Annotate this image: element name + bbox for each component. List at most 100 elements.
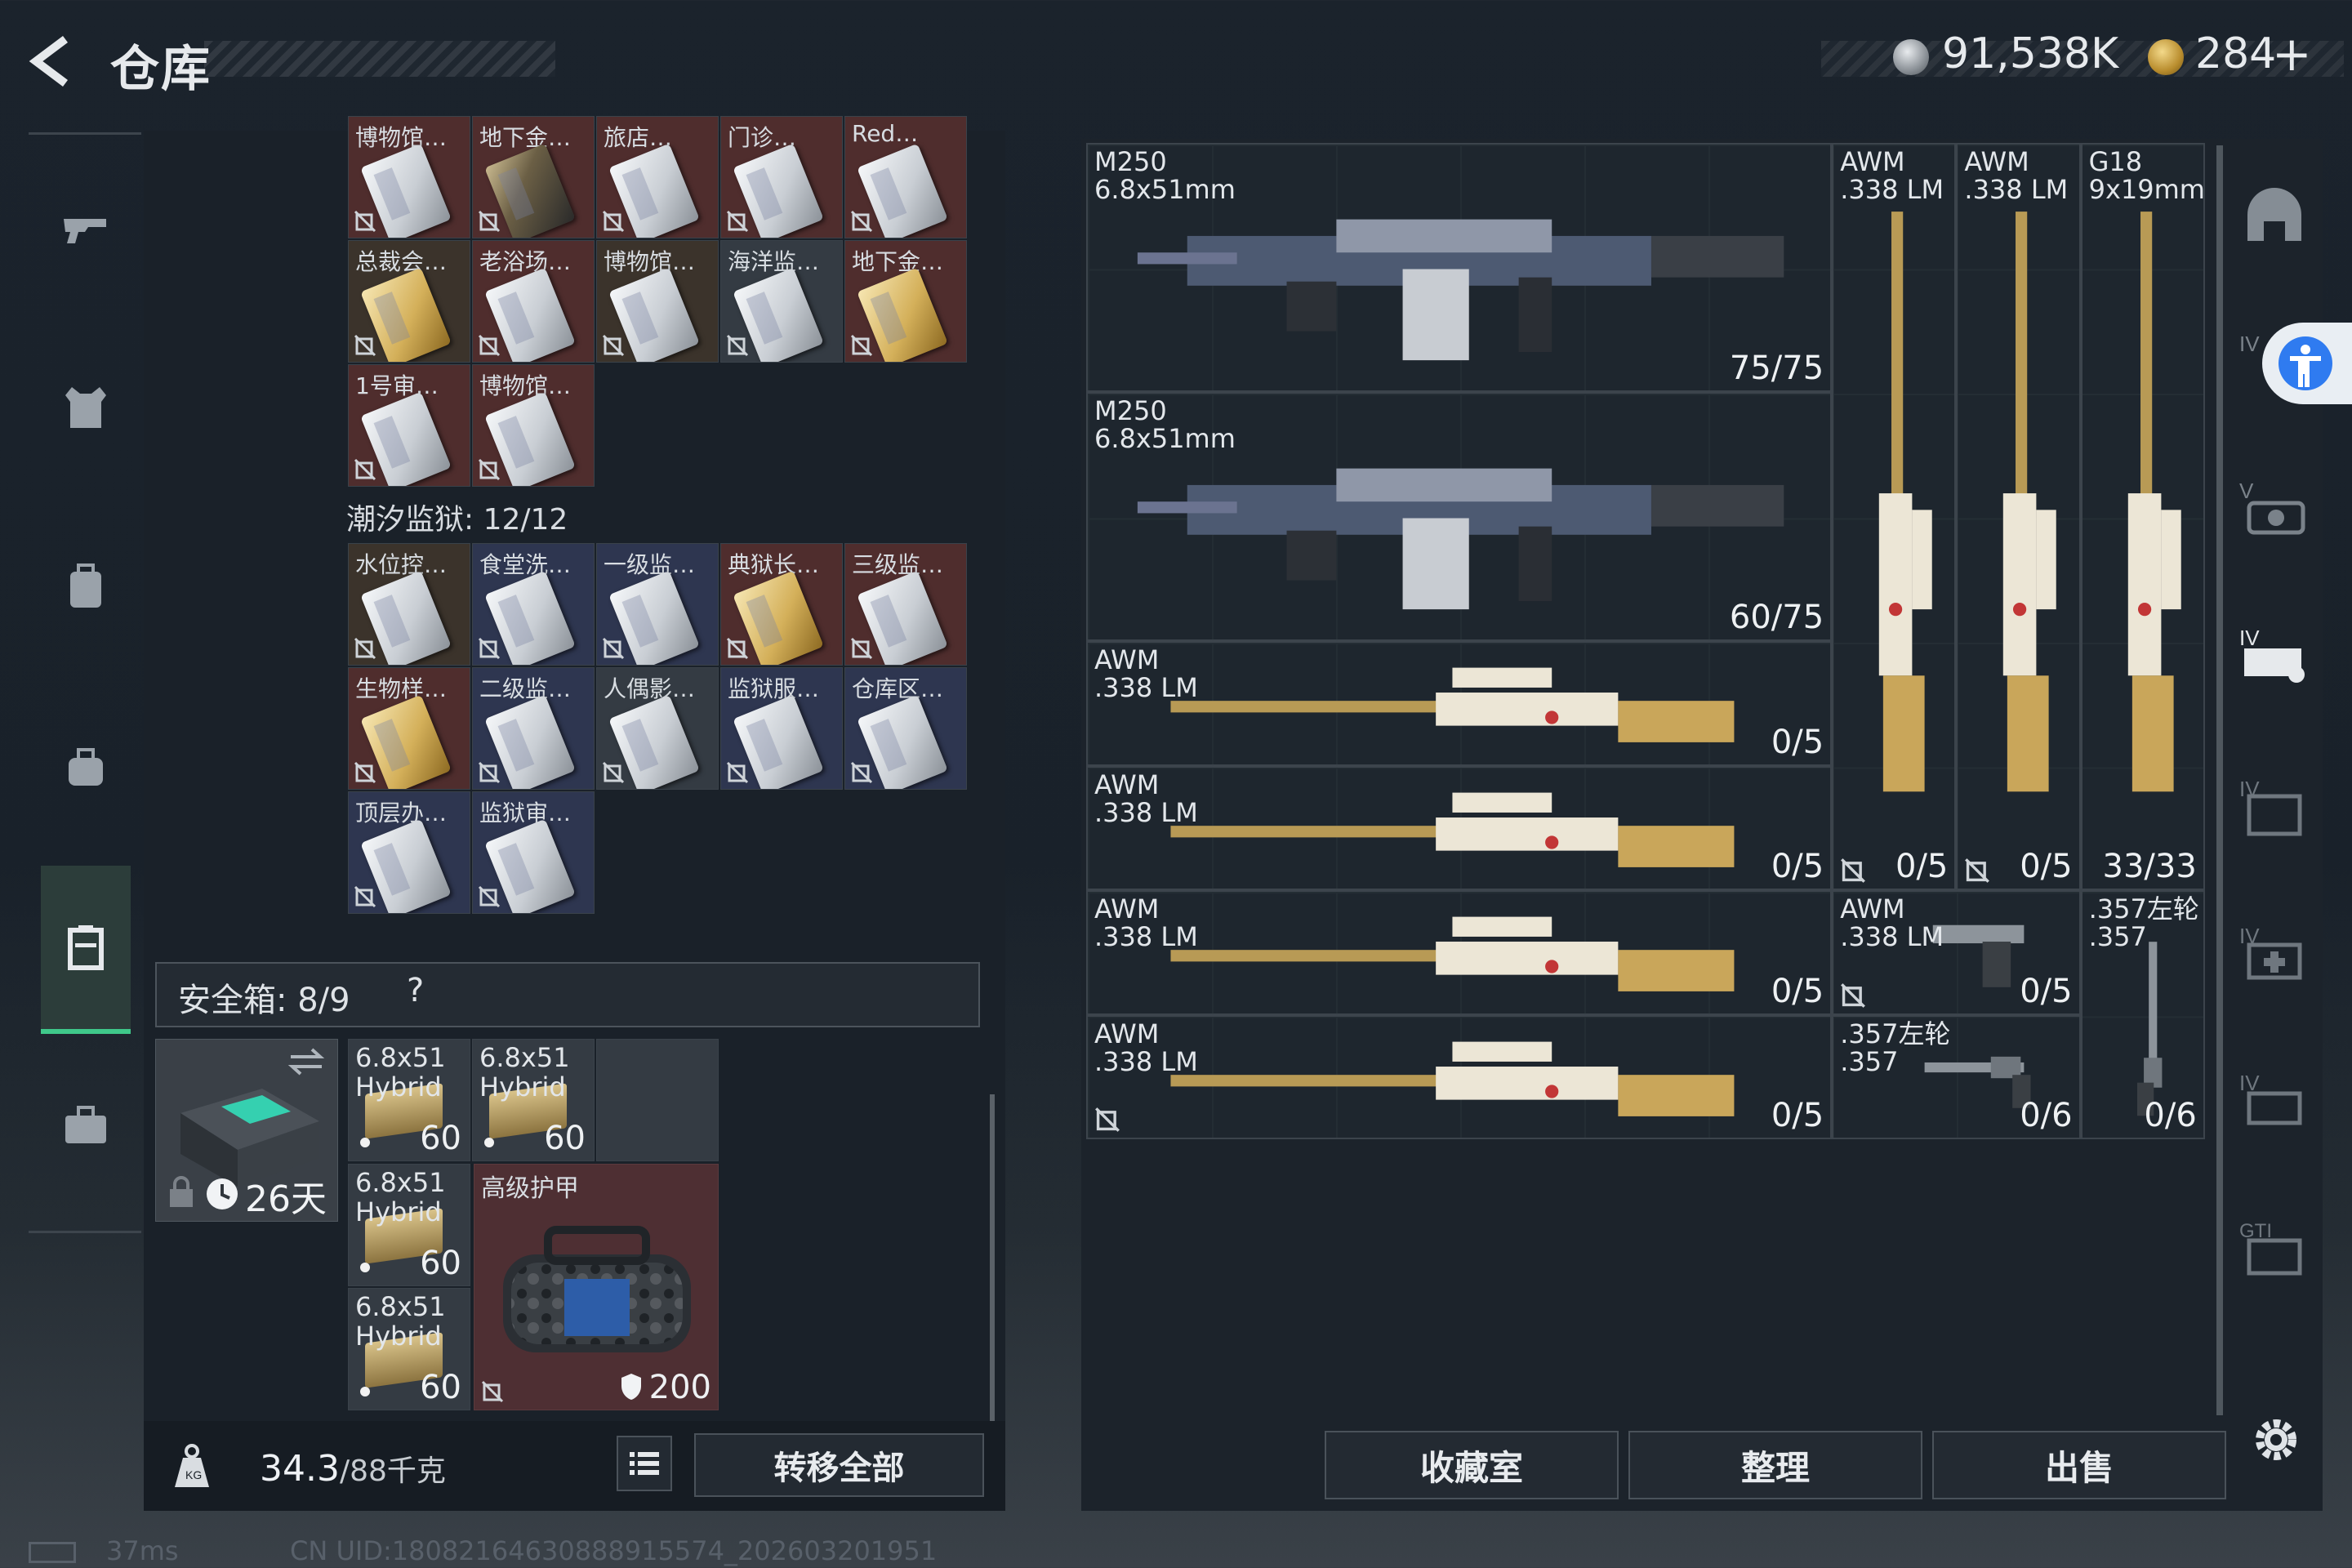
ammo-item[interactable]: 6.8x51 Hybrid 60 [472, 1039, 595, 1161]
swap-icon[interactable] [287, 1045, 325, 1078]
key-card-item[interactable]: 生物样… [348, 667, 470, 790]
gti-item-icon[interactable]: GTI [2238, 1213, 2311, 1286]
weapon-name: AWM .338 LM [1094, 644, 1198, 703]
bound-icon [478, 210, 501, 233]
gear-icon[interactable] [2247, 1411, 2305, 1468]
key-card-item[interactable]: 三级监… [844, 543, 967, 666]
weapon-item[interactable]: AWM .338 LM 0/5 [1956, 143, 2081, 890]
key-card-item[interactable]: 博物馆… [596, 240, 719, 363]
sell-button[interactable]: 出售 [1932, 1431, 2226, 1499]
list-view-button[interactable] [617, 1436, 672, 1491]
weapon-item[interactable]: AWM .338 LM 0/5 [1086, 641, 1833, 766]
key-card-item[interactable]: 典狱长… [720, 543, 843, 666]
title-stripe [204, 41, 555, 77]
ammo-indicator [360, 1387, 370, 1396]
nav-safe-case[interactable] [41, 866, 131, 1034]
weapon-item[interactable]: AWM .338 LM 0/5 [1086, 890, 1833, 1015]
key-card-item[interactable]: 顶层办… [348, 791, 470, 914]
weapon-item[interactable]: AWM .338 LM 0/5 [1832, 143, 1957, 890]
help-icon[interactable]: ? [407, 972, 424, 1009]
key-card-item[interactable]: 人偶影… [596, 667, 719, 790]
key-card-label: 顶层办… [355, 800, 448, 826]
bound-icon [478, 761, 501, 784]
weapon-scrollbar[interactable] [2216, 145, 2223, 1415]
bound-icon [478, 885, 501, 908]
empty-slot[interactable] [596, 1039, 719, 1161]
nav-armor[interactable] [41, 363, 131, 452]
weapon-ammo-count: 33/33 [2102, 848, 2197, 885]
key-card-label: 海洋监… [728, 248, 820, 275]
weapon-item[interactable]: M250 6.8x51mm 60/75 [1086, 392, 1833, 641]
key-card-item[interactable]: 总裁会… [348, 240, 470, 363]
ammo-count: 60 [420, 1245, 461, 1282]
key-card-item[interactable]: 水位控… [348, 543, 470, 666]
key-card-label: 仓库区… [852, 675, 944, 702]
bound-icon [726, 637, 749, 660]
weapon-item[interactable]: M250 6.8x51mm 75/75 [1086, 143, 1833, 392]
key-card-item[interactable]: 门诊… [720, 116, 843, 238]
weapon-item[interactable]: AWM .338 LM 0/5 [1086, 1014, 1833, 1139]
key-card-item[interactable]: 一级监… [596, 543, 719, 666]
bound-icon [1094, 1107, 1120, 1133]
ammo-item[interactable]: 6.8x51 Hybrid 60 [348, 1039, 470, 1161]
safe-box-timer: 26天 [245, 1178, 327, 1220]
bound-icon [1840, 982, 1866, 1009]
weapon-item[interactable]: .357左轮 .357 0/6 [1832, 1014, 2081, 1139]
weapon-item[interactable]: AWM .338 LM 0/5 [1086, 765, 1833, 890]
ammo-item[interactable]: 6.8x51 Hybrid 60 [348, 1288, 470, 1410]
tier-iv-medkit-icon[interactable]: IV [2238, 919, 2311, 992]
weapon-ammo-count: 0/5 [1771, 972, 1824, 1010]
helmet-icon[interactable] [2238, 184, 2311, 257]
key-card-item[interactable]: 海洋监… [720, 240, 843, 363]
key-card-item[interactable]: 老浴场… [472, 240, 595, 363]
key-card-label: 地下金… [852, 248, 944, 275]
stash-scrollbar[interactable] [990, 1094, 995, 1421]
bound-icon [726, 761, 749, 784]
bound-icon [602, 210, 625, 233]
ammo-item[interactable]: 6.8x51 Hybrid 60 [348, 1164, 470, 1286]
ammo-indicator [360, 1138, 370, 1147]
key-card-item[interactable]: Red… [844, 116, 967, 238]
transfer-all-button[interactable]: 转移全部 [694, 1433, 984, 1497]
key-card-item[interactable]: 1号审… [348, 364, 470, 487]
key-card-item[interactable]: 地下金… [472, 116, 595, 238]
pistol-icon [64, 219, 106, 243]
weapon-item[interactable]: G18 9x19mm 33/33 [2080, 143, 2205, 890]
bound-icon [354, 761, 376, 784]
key-card-item[interactable]: 博物馆… [348, 116, 470, 238]
nav-briefcase[interactable] [41, 1081, 131, 1171]
tier-iv-tool-icon[interactable]: IV [2238, 1066, 2311, 1139]
armor-item[interactable]: 高级护甲 200 [474, 1164, 719, 1410]
weapon-name: .357左轮 .357 [1840, 1018, 1951, 1077]
weapon-name: AWM .338 LM [1840, 893, 1944, 952]
key-card-item[interactable]: 博物馆… [472, 364, 595, 487]
nav-backpack[interactable] [41, 542, 131, 632]
back-arrow-icon[interactable] [24, 33, 82, 90]
tier-iv-case-icon[interactable]: IV [2238, 621, 2311, 694]
key-card-item[interactable]: 监狱服… [720, 667, 843, 790]
bound-icon [478, 334, 501, 357]
nav-bag[interactable] [41, 722, 131, 812]
key-card-item[interactable]: 仓库区… [844, 667, 967, 790]
key-card-item[interactable]: 地下金… [844, 240, 967, 363]
tier-iv-container-icon[interactable]: IV [2238, 772, 2311, 845]
key-card-item[interactable]: 二级监… [472, 667, 595, 790]
ammo-label: 6.8x51 Hybrid [355, 1167, 446, 1227]
armor-label: 高级护甲 [481, 1174, 579, 1203]
organize-button[interactable]: 整理 [1628, 1431, 1922, 1499]
ammo-label: 6.8x51 Hybrid [355, 1291, 446, 1352]
weapon-item[interactable]: .357左轮 .357 0/6 [2080, 890, 2205, 1139]
weapon-name: G18 9x19mm [2088, 146, 2205, 205]
tier-v-gear-icon[interactable]: V [2238, 474, 2311, 547]
key-card-label: 博物馆… [604, 248, 696, 275]
add-gold-button[interactable]: + [2272, 26, 2312, 82]
bound-icon [602, 637, 625, 660]
collection-room-button[interactable]: 收藏室 [1325, 1431, 1619, 1499]
weapon-ammo-count: 0/5 [2020, 848, 2073, 885]
key-card-item[interactable]: 旅店… [596, 116, 719, 238]
nav-weapons[interactable] [41, 183, 131, 273]
weapon-ammo-count: 0/5 [1895, 848, 1949, 885]
key-card-item[interactable]: 监狱审… [472, 791, 595, 914]
key-card-item[interactable]: 食堂洗… [472, 543, 595, 666]
weapon-item[interactable]: AWM .338 LM 0/5 [1832, 890, 2081, 1015]
